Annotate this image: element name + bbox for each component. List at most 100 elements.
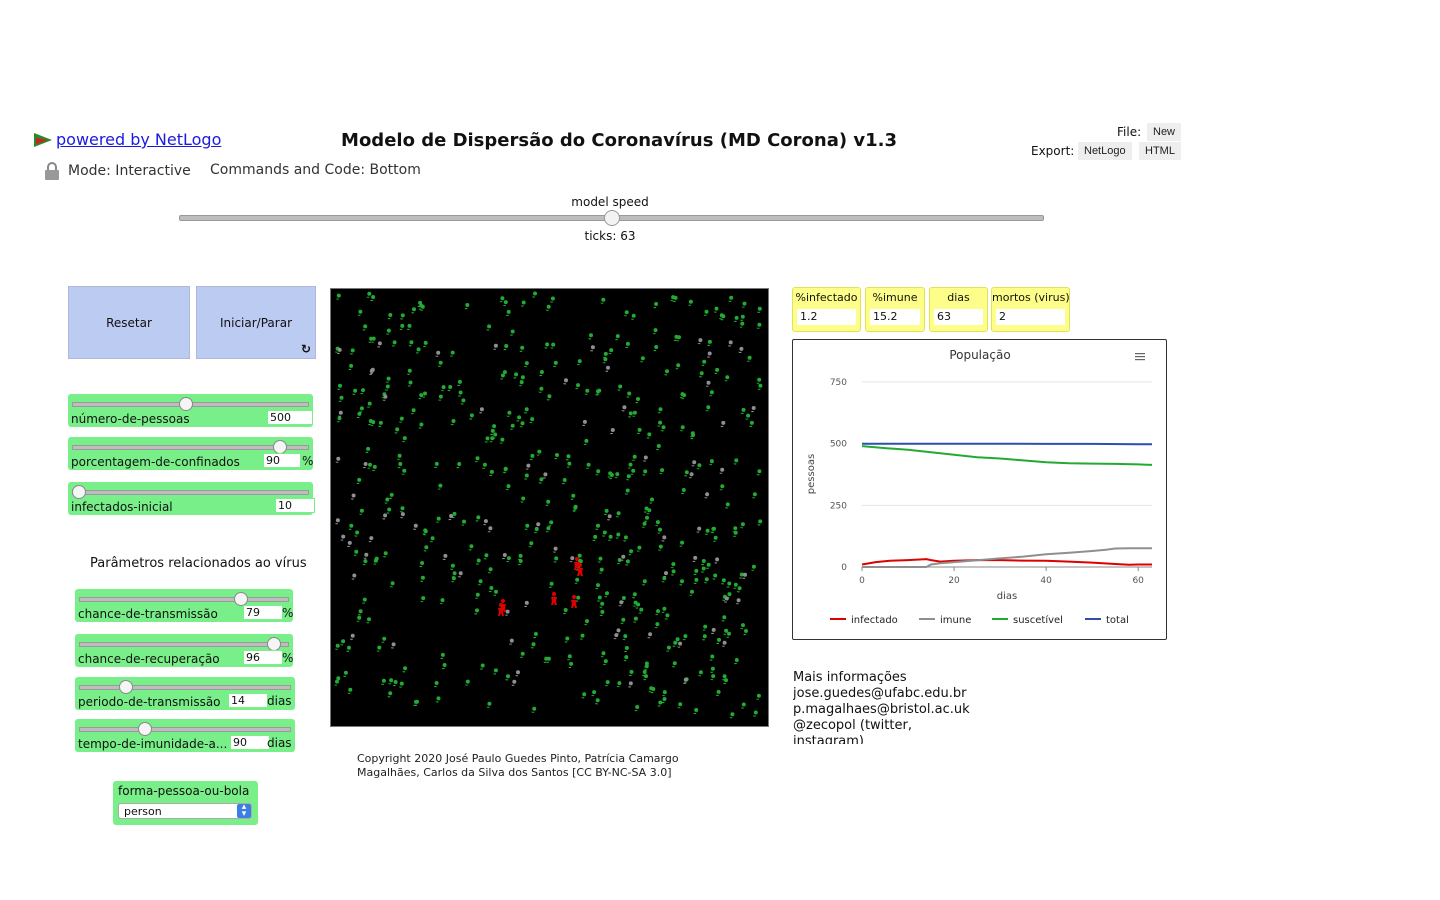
world-view[interactable] — [330, 288, 769, 727]
susceptible-person-icon — [740, 702, 746, 709]
slider-chance-de-transmissão[interactable]: chance-de-transmissão 79% — [75, 589, 293, 622]
susceptible-person-icon — [616, 681, 622, 688]
commands-code-position[interactable]: Commands and Code: Bottom — [210, 162, 421, 178]
susceptible-person-icon — [631, 592, 637, 599]
slider-infectados-inicial[interactable]: infectados-inicial 10 — [68, 482, 315, 515]
susceptible-person-icon — [528, 541, 534, 548]
select-arrows-icon[interactable]: ▴ ▾ — [237, 803, 251, 819]
chooser-select[interactable]: person ▴ ▾ — [118, 803, 252, 819]
susceptible-person-icon — [429, 536, 435, 543]
susceptible-person-icon — [743, 629, 748, 636]
susceptible-person-icon — [602, 659, 608, 666]
slider-track[interactable] — [79, 642, 289, 647]
slider-value[interactable]: 10 — [275, 498, 315, 513]
susceptible-person-icon — [548, 581, 554, 588]
slider-label: infectados-inicial — [71, 500, 173, 514]
susceptible-person-icon — [568, 661, 574, 668]
slider-thumb[interactable] — [118, 680, 133, 694]
slider-tempo-de-imunidade-a...[interactable]: tempo-de-imunidade-a... 90 dias — [75, 719, 295, 752]
susceptible-person-icon — [419, 575, 425, 582]
susceptible-person-icon — [479, 663, 485, 670]
susceptible-person-icon — [561, 478, 567, 485]
susceptible-person-icon — [670, 569, 676, 576]
susceptible-person-icon — [377, 420, 383, 427]
slider-periodo-de-transmissão[interactable]: periodo-de-transmissão 14 dias — [75, 677, 295, 710]
susceptible-person-icon — [536, 449, 542, 456]
slider-track[interactable] — [79, 685, 291, 690]
slider-thumb[interactable] — [138, 722, 153, 736]
new-file-button[interactable]: New — [1147, 123, 1182, 141]
immune-person-icon — [457, 571, 463, 578]
menu-icon[interactable] — [1135, 353, 1145, 361]
susceptible-person-icon — [628, 669, 634, 676]
susceptible-person-icon — [599, 609, 605, 616]
slider-value[interactable]: 500 — [267, 410, 313, 425]
susceptible-person-icon — [641, 521, 647, 528]
immune-person-icon — [363, 552, 369, 559]
susceptible-person-icon — [499, 373, 505, 380]
susceptible-person-icon — [477, 579, 483, 586]
susceptible-person-icon — [720, 578, 726, 585]
susceptible-person-icon — [660, 425, 666, 432]
susceptible-person-icon — [636, 427, 642, 434]
immune-person-icon — [727, 340, 733, 347]
slider-chance-de-recuperação[interactable]: chance-de-recuperação 96% — [75, 634, 293, 667]
monitor-infectado: %infectado 1.2 — [792, 287, 861, 332]
y-axis-label: pessoas — [806, 454, 817, 494]
susceptible-person-icon — [382, 551, 388, 558]
reset-button[interactable]: Resetar — [68, 286, 190, 359]
slider-track[interactable] — [79, 597, 289, 602]
susceptible-person-icon — [384, 497, 390, 504]
susceptible-person-icon — [538, 477, 544, 484]
slider-value[interactable]: 90 — [230, 735, 270, 750]
lock-icon[interactable] — [44, 162, 60, 180]
susceptible-person-icon — [439, 598, 445, 605]
slider-track[interactable] — [79, 727, 291, 732]
mode-indicator[interactable]: Mode: Interactive — [44, 162, 191, 180]
population-plot[interactable]: População 0 250 500 750 0 20 40 60 dias pessoas inf… — [792, 339, 1167, 640]
susceptible-person-icon — [704, 528, 710, 535]
susceptible-person-icon — [399, 313, 405, 320]
immune-person-icon — [340, 534, 346, 541]
monitor-value: 15.2 — [870, 309, 920, 325]
model-speed-thumb[interactable] — [603, 210, 620, 226]
susceptible-person-icon — [756, 322, 762, 329]
immune-person-icon — [399, 512, 405, 519]
immune-person-icon — [661, 535, 667, 542]
susceptible-person-icon — [627, 462, 633, 469]
slider-porcentagem-de-confinados[interactable]: porcentagem-de-confinados 90% — [68, 437, 313, 470]
slider-value[interactable]: 79 — [243, 605, 283, 620]
slider-value[interactable]: 90 — [263, 453, 301, 468]
slider-número-de-pessoas[interactable]: número-de-pessoas 500 — [68, 394, 313, 427]
susceptible-person-icon — [576, 359, 582, 366]
export-html-button[interactable]: HTML — [1139, 142, 1181, 160]
slider-track[interactable] — [72, 490, 309, 495]
slider-thumb[interactable] — [72, 485, 86, 499]
susceptible-person-icon — [464, 679, 470, 686]
legend-label: suscetível — [1013, 614, 1063, 626]
susceptible-person-icon — [488, 586, 494, 593]
susceptible-person-icon — [634, 705, 640, 712]
slider-thumb[interactable] — [233, 592, 248, 606]
susceptible-person-icon — [357, 309, 363, 316]
susceptible-person-icon — [615, 511, 621, 518]
susceptible-person-icon — [346, 645, 351, 652]
susceptible-person-icon — [475, 515, 481, 522]
shape-chooser[interactable]: forma-pessoa-ou-bola person ▴ ▾ — [113, 781, 258, 825]
go-stop-button[interactable]: Iniciar/Parar ↻ — [196, 286, 316, 359]
slider-value[interactable]: 14 — [228, 693, 268, 708]
susceptible-person-icon — [441, 663, 447, 670]
slider-thumb[interactable] — [179, 397, 194, 411]
susceptible-person-icon — [402, 666, 408, 673]
slider-thumb[interactable] — [272, 440, 287, 454]
susceptible-person-icon — [591, 690, 597, 697]
slider-thumb[interactable] — [267, 637, 282, 651]
file-label: File: — [1117, 125, 1142, 139]
susceptible-person-icon — [422, 340, 428, 347]
export-netlogo-button[interactable]: NetLogo — [1078, 142, 1132, 160]
susceptible-person-icon — [397, 462, 403, 469]
susceptible-person-icon — [646, 432, 652, 439]
slider-value[interactable]: 96 — [243, 650, 283, 665]
susceptible-person-icon — [595, 523, 600, 530]
susceptible-person-icon — [532, 291, 537, 298]
